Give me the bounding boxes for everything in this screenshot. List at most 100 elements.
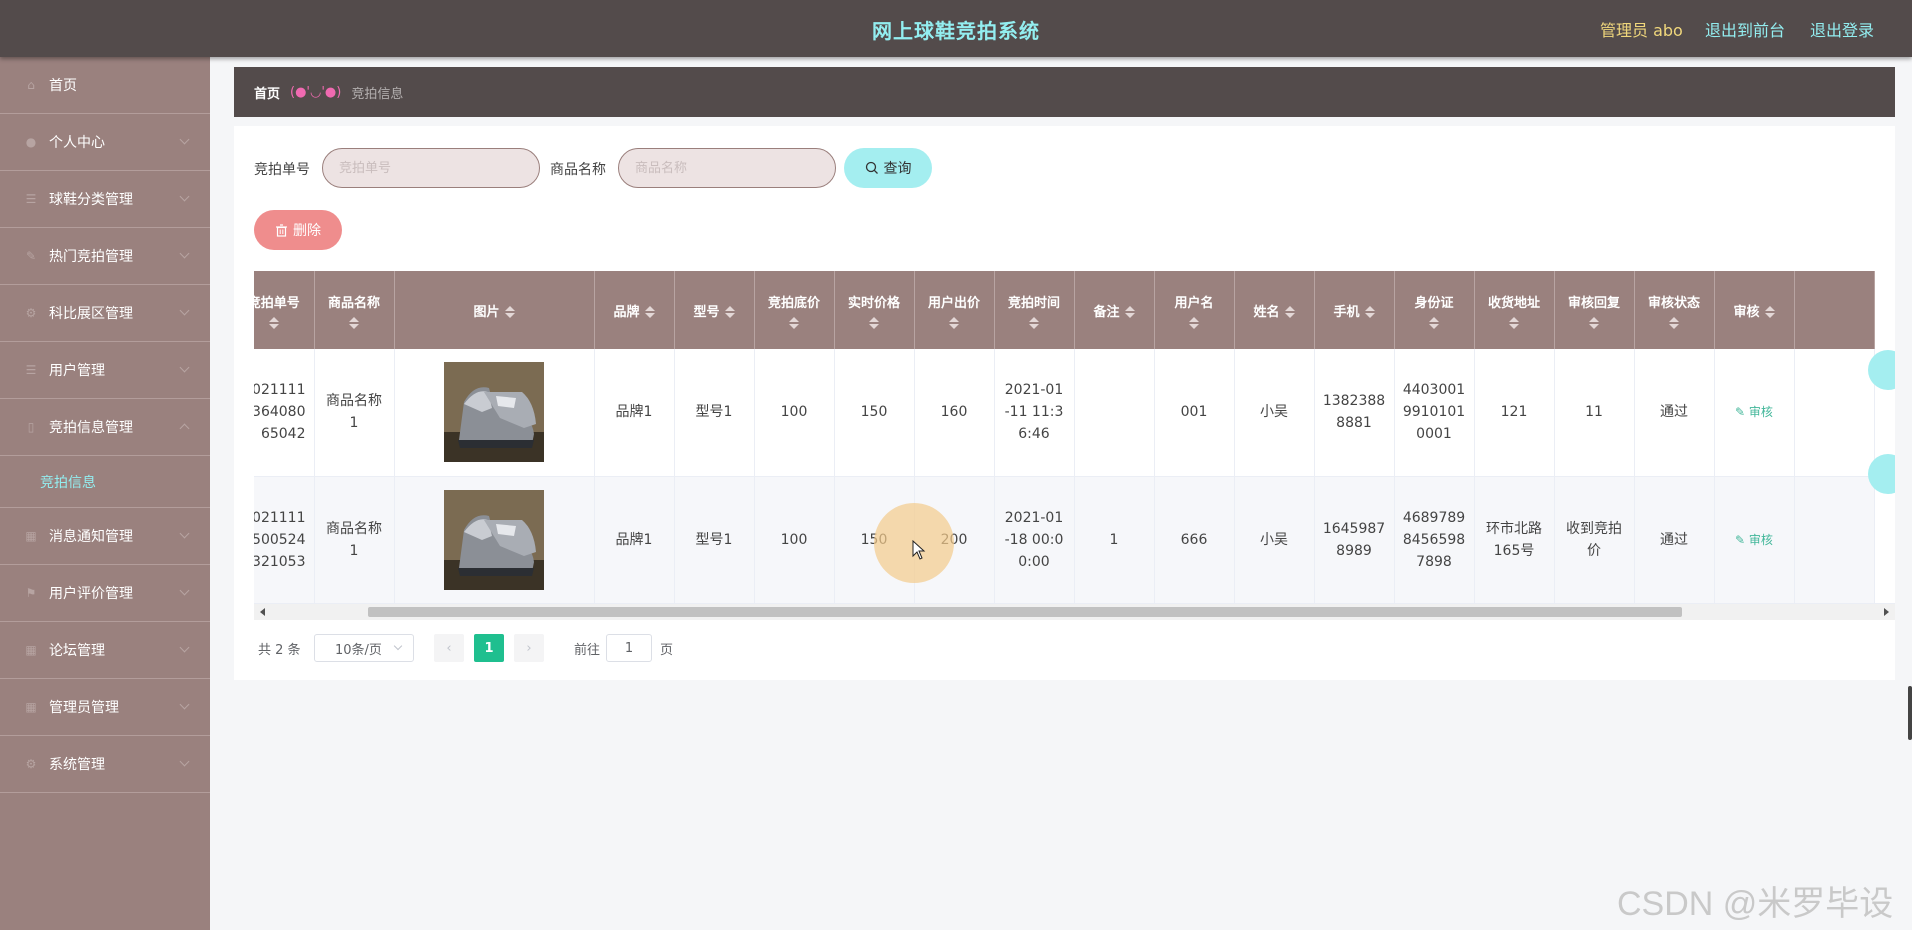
column-header-order-no[interactable]: 竞拍单号 [254,271,315,349]
sort-icon[interactable] [1669,316,1679,329]
column-header-brand[interactable]: 品牌 [594,271,675,349]
cell-product-name: 商品名称1 [314,349,395,477]
sidebar-item-profile[interactable]: ● 个人中心 [0,114,210,171]
page-number-button[interactable]: 1 [474,634,504,662]
column-header-id-card[interactable]: 身份证 [1394,271,1475,349]
next-page-button[interactable]: › [514,634,544,662]
sidebar-item-admins[interactable]: ▦ 管理员管理 [0,679,210,736]
sort-icon[interactable] [1509,316,1519,329]
logout-link[interactable]: 退出登录 [1810,17,1874,41]
column-header-realname[interactable]: 姓名 [1234,271,1315,349]
column-header-time[interactable]: 竞拍时间 [994,271,1075,349]
sidebar-item-system[interactable]: ⚙ 系统管理 [0,736,210,793]
column-header-audit[interactable]: 审核 [1714,271,1795,349]
sidebar-item-label: 科比展区管理 [49,306,133,322]
calendar-icon: ▦ [25,700,37,714]
mouse-cursor-icon [912,540,926,560]
sidebar-item-label: 论坛管理 [49,643,105,659]
delete-button[interactable]: 删除 [254,210,342,250]
sidebar-item-label: 用户管理 [49,363,105,379]
sidebar-item-hot-auction[interactable]: ✎ 热门竞拍管理 [0,228,210,285]
order-no-input[interactable] [322,148,540,188]
page-size-value: 10条/页 [335,642,382,658]
sidebar-item-reviews[interactable]: ⚑ 用户评价管理 [0,565,210,622]
column-header-phone[interactable]: 手机 [1314,271,1395,349]
column-header-address[interactable]: 收货地址 [1474,271,1555,349]
sidebar-item-label: 球鞋分类管理 [49,192,133,208]
sidebar-item-forum[interactable]: ▦ 论坛管理 [0,622,210,679]
sort-icon[interactable] [1124,306,1135,318]
scroll-left-icon[interactable] [260,608,265,616]
audit-link[interactable]: ✎ 审核 [1735,533,1773,547]
sort-icon[interactable] [869,316,879,329]
sidebar-item-shoe-category[interactable]: ☰ 球鞋分类管理 [0,171,210,228]
column-header-model[interactable]: 型号 [674,271,755,349]
cell-audit: ✎ 审核 [1714,476,1795,603]
column-header-image[interactable]: 图片 [394,271,595,349]
column-header-base-price[interactable]: 竞拍底价 [754,271,835,349]
sort-icon[interactable] [644,306,655,318]
cell-reply: 11 [1554,349,1635,477]
audit-link[interactable]: ✎ 审核 [1735,405,1773,419]
column-header-current-price[interactable]: 实时价格 [834,271,915,349]
scrollbar-thumb[interactable] [368,607,1682,617]
sidebar-subitem-auction-info[interactable]: 竞拍信息 [0,456,210,508]
admin-label: 管理员 abo [1600,21,1683,40]
goto-label: 前往 [574,643,601,658]
column-header-remark[interactable]: 备注 [1074,271,1155,349]
search-icon [865,161,878,174]
sort-icon[interactable] [949,316,959,329]
scroll-right-icon[interactable] [1884,608,1889,616]
edit-icon: ✎ [1735,532,1749,547]
column-header-product-name[interactable]: 商品名称 [314,271,395,349]
page-size-select[interactable]: 10条/页 [314,634,414,662]
sidebar-item-notifications[interactable]: ▦ 消息通知管理 [0,508,210,565]
sort-icon[interactable] [504,306,515,318]
chevron-down-icon [179,528,190,539]
sort-icon[interactable] [268,316,279,329]
sort-icon[interactable] [1589,316,1599,329]
sort-icon[interactable] [1764,306,1775,318]
exit-to-front-link[interactable]: 退出到前台 [1705,17,1785,41]
column-header-actions [1794,271,1875,349]
sort-icon[interactable] [349,316,359,329]
cell-phone: 16459878989 [1314,476,1395,603]
column-header-bid[interactable]: 用户出价 [914,271,995,349]
sort-icon[interactable] [789,316,799,329]
product-name-input[interactable] [618,148,836,188]
sidebar-item-label: 管理员管理 [49,700,119,716]
cell-actions [1794,349,1875,477]
goto-page-input[interactable] [606,634,652,662]
edit-icon: ✎ [25,249,37,263]
search-button[interactable]: 查询 [844,148,932,188]
table-row[interactable]: 20211111500524321053 商品名称1 [254,476,1875,603]
column-header-username[interactable]: 用户名 [1154,271,1235,349]
sidebar-item-auction-info[interactable]: ▯ 竞拍信息管理 [0,399,210,456]
sort-icon[interactable] [724,306,735,318]
shoe-image[interactable] [444,362,544,463]
column-header-label: 竞拍单号 [254,295,300,311]
sort-icon[interactable] [1364,306,1375,318]
breadcrumb-home[interactable]: 首页 [254,83,280,102]
chevron-down-icon [179,134,190,145]
list-icon: ☰ [25,363,37,377]
sort-icon[interactable] [1189,316,1199,329]
shoe-image[interactable] [444,489,544,590]
cell-realname: 小吴 [1234,349,1315,477]
sidebar-item-home[interactable]: ⌂ 首页 [0,57,210,114]
sort-icon[interactable] [1284,306,1295,318]
horizontal-scrollbar[interactable] [254,604,1895,620]
sidebar-item-kobe-zone[interactable]: ⚙ 科比展区管理 [0,285,210,342]
column-header-status[interactable]: 审核状态 [1634,271,1715,349]
sidebar-item-users[interactable]: ☰ 用户管理 [0,342,210,399]
cell-address: 环市北路165号 [1474,476,1555,603]
prev-page-button[interactable]: ‹ [434,634,464,662]
column-header-label: 手机 [1333,304,1360,320]
table-row[interactable]: 2021111136408065042 商品名称1 品 [254,349,1875,477]
column-header-reply[interactable]: 审核回复 [1554,271,1635,349]
home-icon: ⌂ [27,78,35,92]
sidebar: ⌂ 首页 ● 个人中心 ☰ 球鞋分类管理 ✎ 热门竞拍管理 ⚙ 科比展区管理 ☰… [0,57,210,930]
sort-icon[interactable] [1429,316,1439,329]
cell-realname: 小吴 [1234,476,1315,603]
sort-icon[interactable] [1029,316,1039,329]
